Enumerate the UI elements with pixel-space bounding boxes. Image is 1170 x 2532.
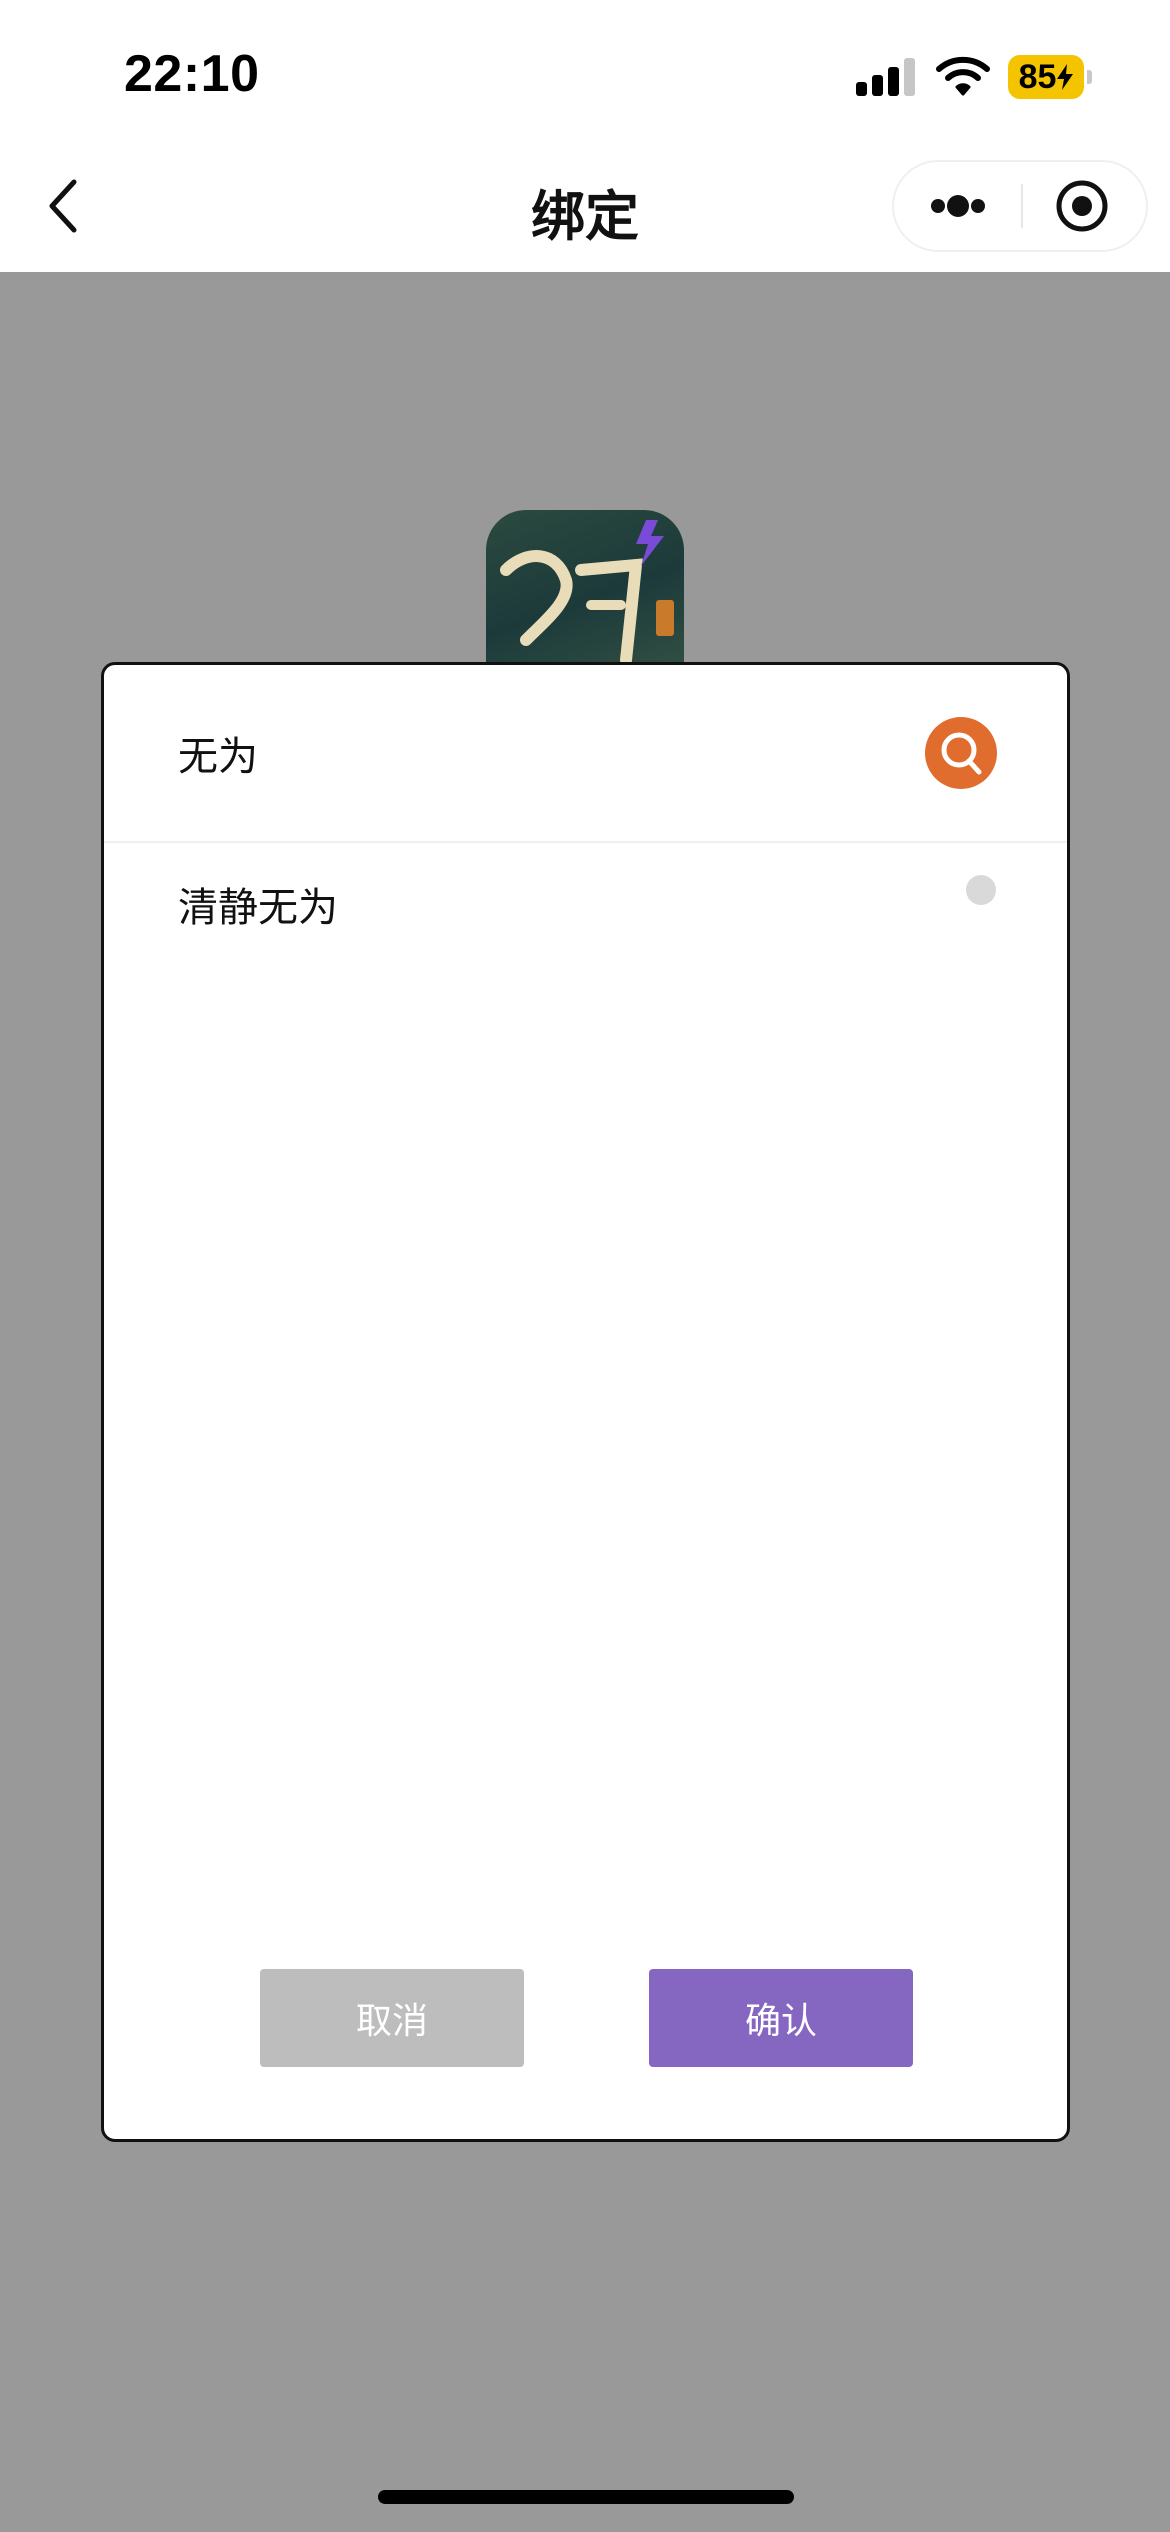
result-radio[interactable]: [966, 875, 996, 905]
close-mini-program-button[interactable]: [1022, 162, 1146, 250]
battery-charging-icon: 85: [1008, 55, 1092, 99]
search-input[interactable]: [178, 715, 898, 791]
result-item-label: 清静无为: [178, 885, 338, 931]
cellular-signal-icon: [856, 58, 916, 96]
target-circle-icon: [1056, 180, 1108, 232]
charging-bolt-icon: [1057, 64, 1074, 90]
top-bar: 22:10 85 绑定: [0, 0, 1170, 272]
search-button[interactable]: [925, 717, 997, 789]
cancel-button[interactable]: 取消: [260, 1969, 524, 2067]
search-icon: [941, 732, 982, 775]
status-time: 22:10: [124, 45, 260, 103]
battery-level: 85: [1008, 55, 1084, 99]
mini-program-capsule: [892, 160, 1148, 252]
search-row: [104, 665, 1067, 843]
more-dots-icon: [931, 195, 985, 217]
battery-cap: [1087, 70, 1092, 84]
more-button[interactable]: [894, 162, 1022, 250]
home-indicator: [378, 2490, 794, 2504]
search-dialog: 清静无为 取消 确认: [101, 662, 1070, 2142]
result-item[interactable]: 清静无为: [104, 843, 1067, 963]
battery-percentage: 85: [1018, 57, 1057, 96]
confirm-button[interactable]: 确认: [649, 1969, 913, 2067]
wifi-icon: [935, 54, 991, 96]
